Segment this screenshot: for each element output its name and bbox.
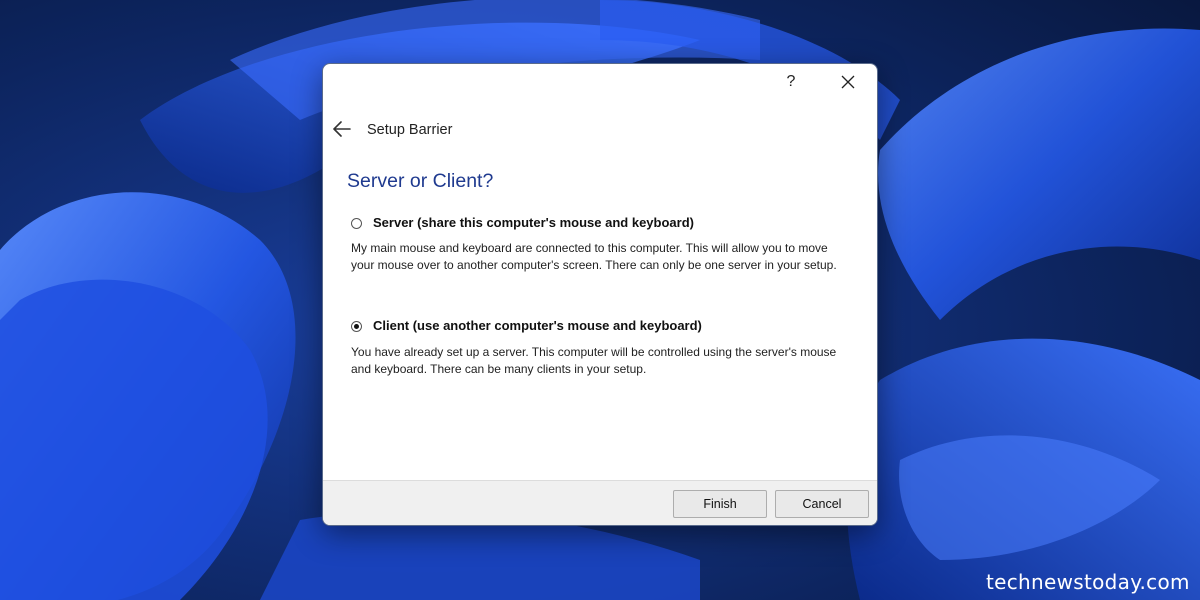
- close-icon: [841, 75, 855, 89]
- back-arrow-icon[interactable]: [331, 118, 353, 140]
- server-option-description: My main mouse and keyboard are connected…: [351, 241, 837, 272]
- cancel-button[interactable]: Cancel: [775, 490, 869, 518]
- finish-button[interactable]: Finish: [673, 490, 767, 518]
- client-option-description: You have already set up a server. This c…: [351, 345, 837, 376]
- help-button[interactable]: ?: [771, 68, 811, 96]
- window-title: Setup Barrier: [367, 122, 453, 138]
- help-label: ?: [786, 73, 796, 90]
- wizard-header: Setup Barrier: [323, 114, 877, 144]
- client-radio[interactable]: [351, 321, 362, 332]
- site-watermark: technewstoday.com: [986, 570, 1190, 594]
- server-radio[interactable]: [351, 218, 362, 229]
- setup-dialog: ? Setup Barrier Server or Client? Server…: [322, 63, 878, 526]
- server-option-label[interactable]: Server (share this computer's mouse and …: [373, 215, 694, 230]
- dialog-footer: Finish Cancel: [323, 480, 877, 525]
- close-button[interactable]: [828, 68, 868, 96]
- page-heading: Server or Client?: [347, 170, 494, 192]
- title-bar: ?: [323, 64, 877, 100]
- client-option-label[interactable]: Client (use another computer's mouse and…: [373, 318, 702, 333]
